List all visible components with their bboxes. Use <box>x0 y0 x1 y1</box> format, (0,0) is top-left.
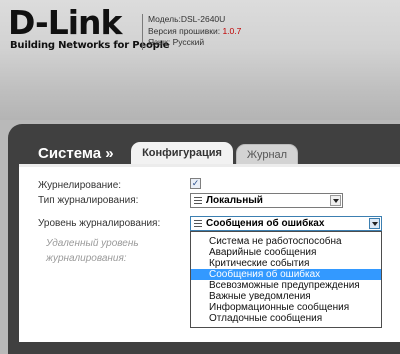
level-select[interactable]: Сообщения об ошибках <box>190 216 382 231</box>
device-info: Модель:DSL-2640U Версия прошивки: 1.0.7 … <box>148 14 241 49</box>
firmware-row: Версия прошивки: 1.0.7 <box>148 26 241 38</box>
type-select[interactable]: Локальный <box>190 193 343 208</box>
firmware-value: 1.0.7 <box>222 25 242 36</box>
model-row: Модель:DSL-2640U <box>148 14 241 26</box>
header-bar: D-Link Building Networks for People Моде… <box>0 0 400 120</box>
section-title: Система » <box>38 145 114 162</box>
dropdown-option[interactable]: Информационные сообщения <box>191 302 381 313</box>
model-label: Модель: <box>148 14 181 24</box>
brand-tagline: Building Networks for People <box>10 40 170 51</box>
remote-level-label-line2: журналирования: <box>46 253 127 264</box>
dropdown-option[interactable]: Важные уведомления <box>191 291 381 302</box>
brand-name: D-Link <box>8 3 122 42</box>
dropdown-option[interactable]: Отладочные сообщения <box>191 313 381 324</box>
dlink-logo: D-Link Building Networks for People <box>8 3 170 54</box>
language-label: Язык: <box>148 37 171 47</box>
remote-level-label-line1: Удаленный уровень <box>46 238 139 249</box>
dropdown-option[interactable]: Критические события <box>191 258 381 269</box>
logging-checkbox[interactable]: ✓ <box>190 178 201 189</box>
language-value: Русский <box>172 37 205 47</box>
list-icon <box>194 197 202 204</box>
dropdown-option[interactable]: Всевозможные предупреждения <box>191 280 381 291</box>
logging-label: Журнелирование: <box>38 180 122 191</box>
type-select-value: Локальный <box>206 195 263 206</box>
level-label: Уровень журналирования: <box>38 218 161 229</box>
firmware-label: Версия прошивки: <box>148 25 221 36</box>
dropdown-option[interactable]: Аварийные сообщения <box>191 247 381 258</box>
header-divider <box>142 14 143 50</box>
level-select-value: Сообщения об ошибках <box>206 218 325 229</box>
list-icon <box>194 220 202 227</box>
dropdown-option[interactable]: Система не работоспособна <box>191 236 381 247</box>
model-value: DSL-2640U <box>180 14 226 24</box>
language-row: Язык: Русский <box>148 37 241 49</box>
chevron-down-icon[interactable] <box>369 218 380 229</box>
type-label: Тип журналирования: <box>38 195 139 206</box>
dropdown-option[interactable]: Сообщения об ошибках <box>191 269 381 280</box>
tab-configuration[interactable]: Конфигурация <box>131 142 233 164</box>
level-dropdown-list[interactable]: Система не работоспособна Аварийные сооб… <box>190 231 382 328</box>
tab-log[interactable]: Журнал <box>236 144 298 164</box>
chevron-down-icon[interactable] <box>330 195 341 206</box>
